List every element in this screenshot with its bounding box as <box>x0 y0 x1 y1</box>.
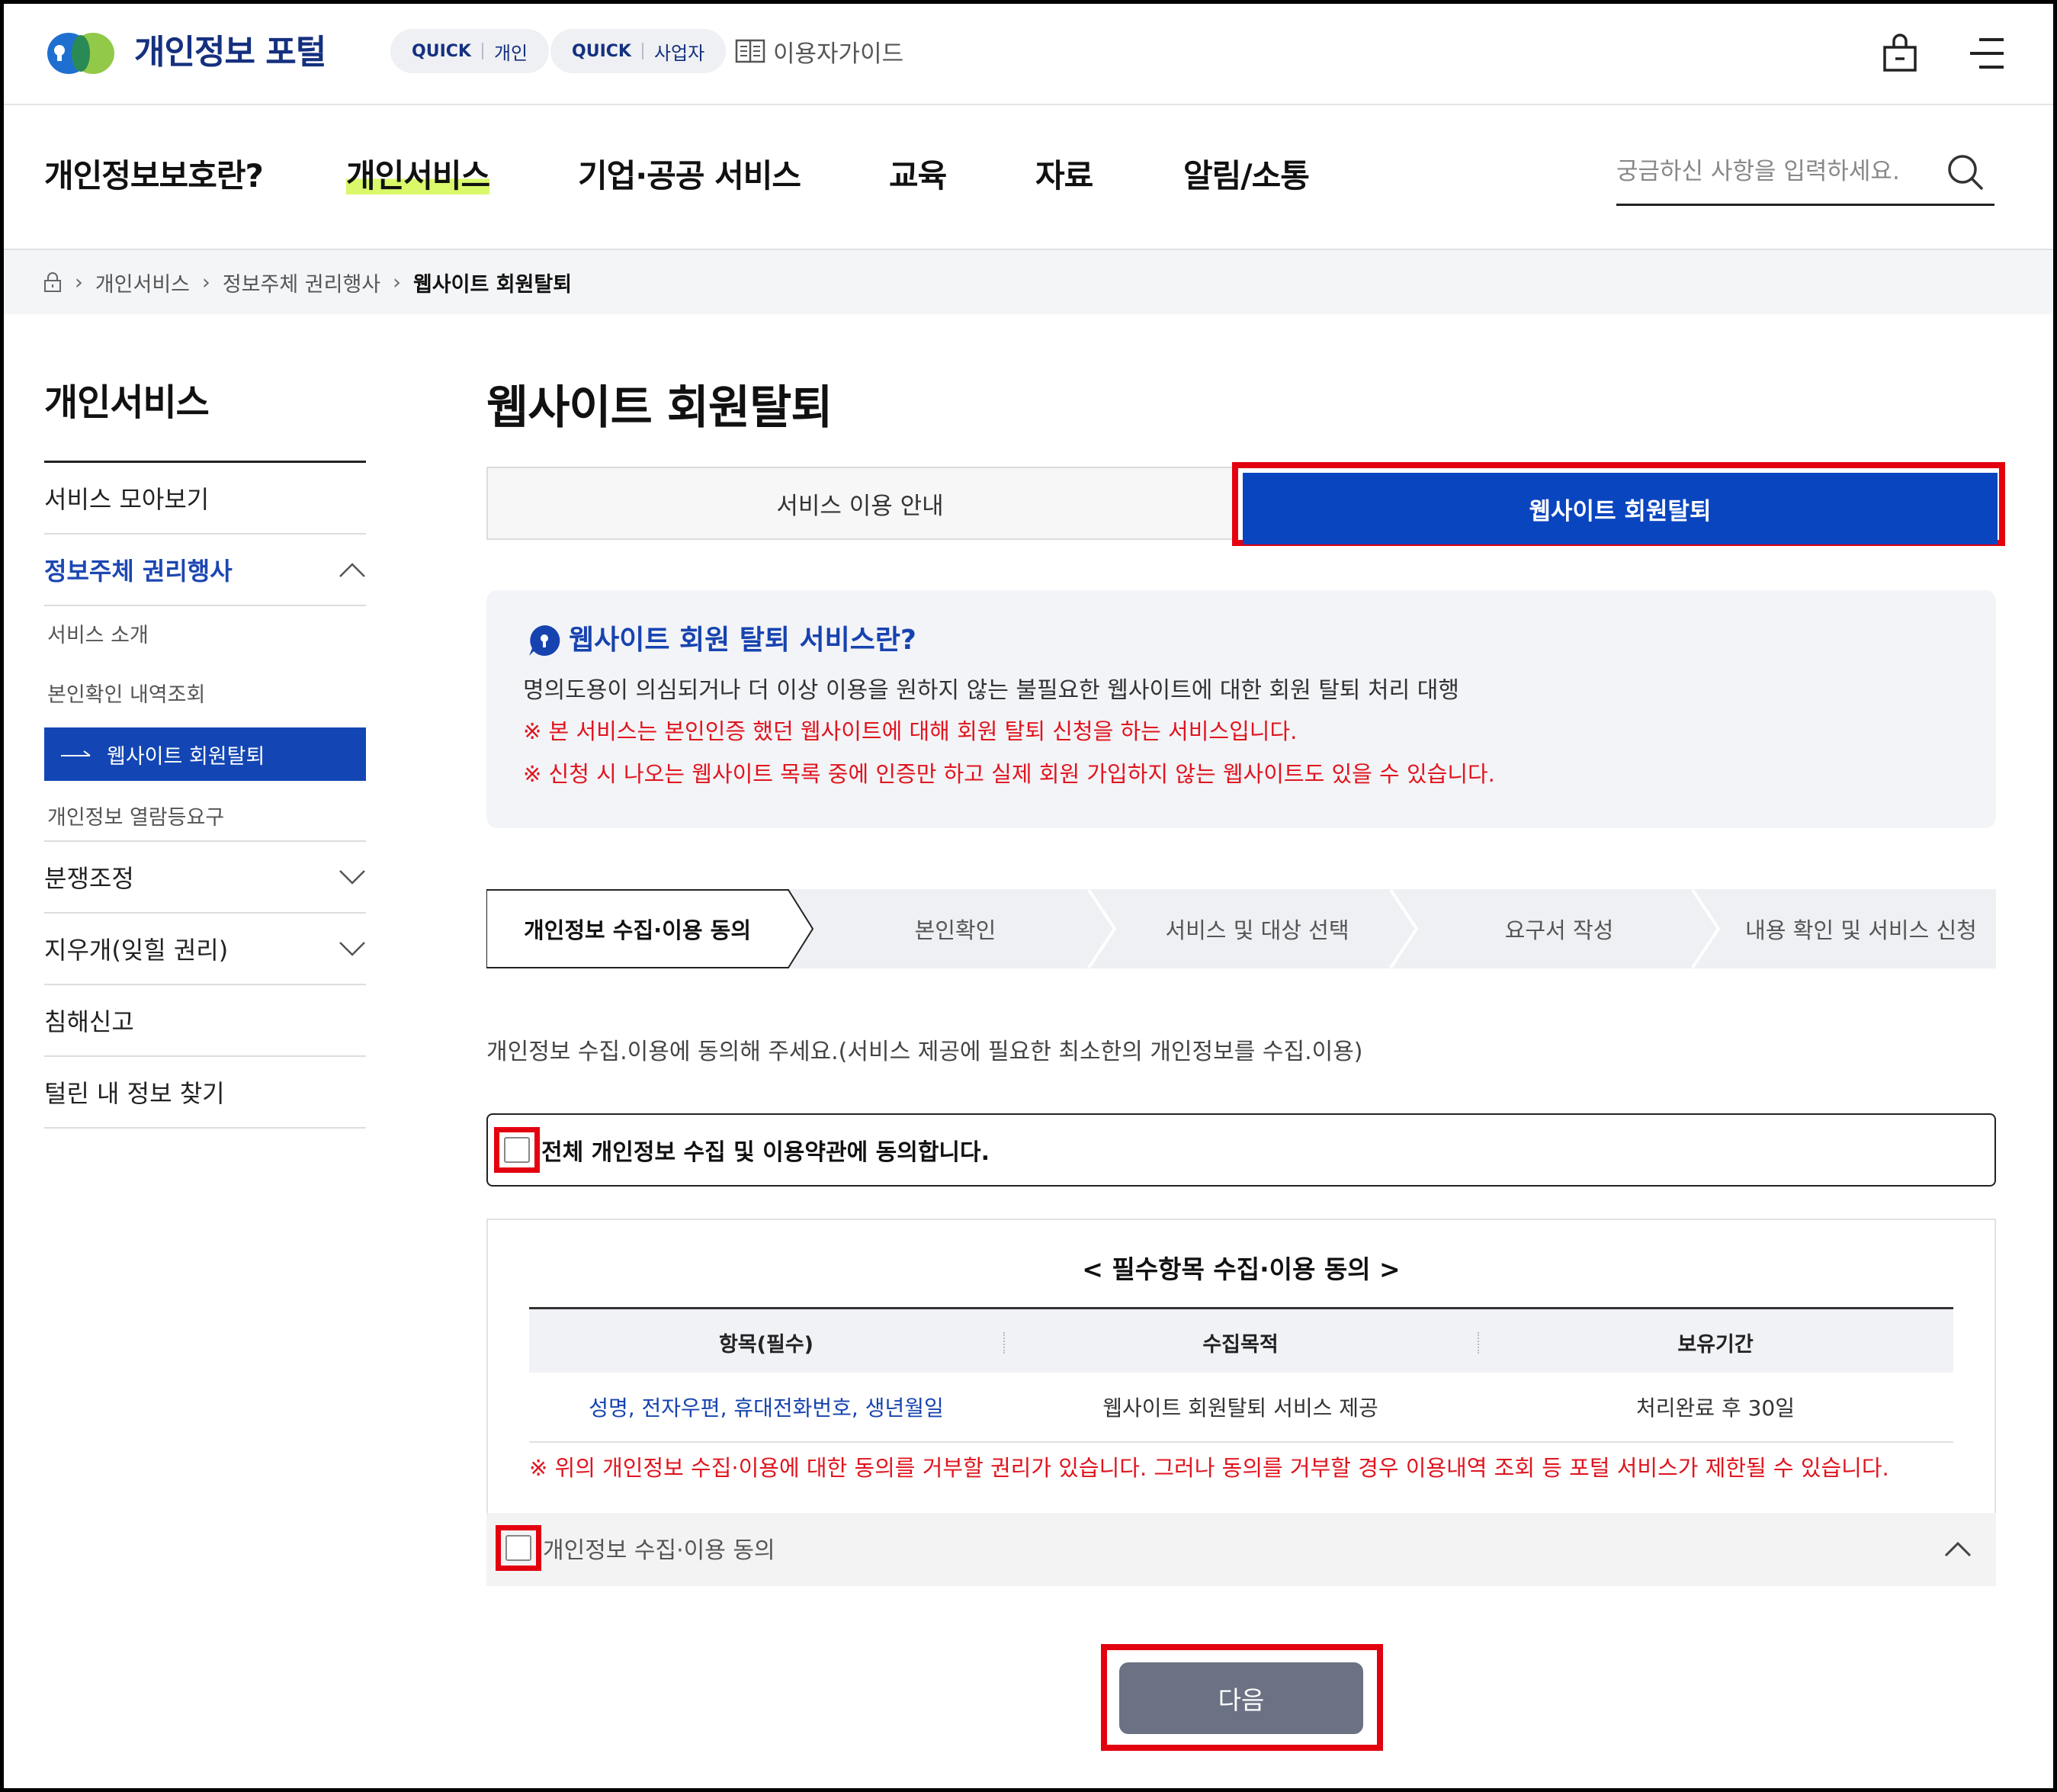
header-divider <box>4 104 2053 105</box>
chevron-up-icon[interactable] <box>1941 1533 1975 1566</box>
breadcrumb-item[interactable]: 개인서비스 <box>95 268 190 297</box>
info-title: 웹사이트 회원 탈퇴 서비스란? <box>569 625 916 656</box>
nav-enterprise-public[interactable]: 기업·공공 서비스 <box>578 149 801 203</box>
sidebar-item-eraser[interactable]: 지우개(잊힐 권리) <box>44 914 366 985</box>
sidebar-subitem-identity-history[interactable]: 본인확인 내역조회 <box>44 670 366 715</box>
sidebar-item-service-overview[interactable]: 서비스 모아보기 <box>44 463 366 535</box>
lock-speech-icon <box>529 625 560 656</box>
step-write-request: 요구서 작성 <box>1504 917 1614 943</box>
agree-all-checkbox[interactable] <box>504 1137 530 1163</box>
nav-privacy-about[interactable]: 개인정보보호란? <box>44 149 264 203</box>
user-guide-link[interactable]: 이용자가이드 <box>735 29 903 73</box>
quick-label: QUICK <box>572 41 631 61</box>
sidebar-item-label: 분쟁조정 <box>44 864 134 893</box>
search-input[interactable] <box>1616 145 1937 198</box>
table-cell-purpose: 웹사이트 회원탈퇴 서비스 제공 <box>1102 1395 1378 1421</box>
quick-business-button[interactable]: QUICK 사업자 <box>550 29 727 73</box>
page-title: 웹사이트 회원탈퇴 <box>486 381 833 435</box>
consent-checkbox-label[interactable]: 개인정보 수집·이용 동의 <box>543 1531 775 1565</box>
sidebar-item-leaked-info[interactable]: 털린 내 정보 찾기 <box>44 1057 366 1129</box>
chevron-right-icon: › <box>393 270 401 294</box>
sidebar-title: 개인서비스 <box>44 381 210 424</box>
breadcrumb-current: 웹사이트 회원탈퇴 <box>412 272 573 297</box>
step-confirm-apply: 내용 확인 및 서비스 신청 <box>1745 917 1977 943</box>
column-header: 항목(필수) <box>718 1332 814 1357</box>
chevron-down-icon <box>339 942 365 956</box>
quick-business-label: 사업자 <box>653 42 705 64</box>
sidebar-item-label: 침해신고 <box>44 1007 134 1036</box>
user-guide-label: 이용자가이드 <box>773 40 904 68</box>
chevron-right-icon: › <box>75 270 83 294</box>
chevron-up-icon <box>339 563 365 577</box>
nav-resources[interactable]: 자료 <box>1035 149 1093 203</box>
book-icon <box>735 39 765 63</box>
chevron-down-icon <box>339 870 365 885</box>
sidebar-item-dispute[interactable]: 분쟁조정 <box>44 842 366 914</box>
tab-website-withdrawal[interactable]: 웹사이트 회원탈퇴 <box>1243 473 1998 544</box>
menu-icon[interactable] <box>1964 32 2010 75</box>
home-icon[interactable] <box>43 271 63 293</box>
logo-icon[interactable] <box>43 29 119 76</box>
terms-note: ※ 위의 개인정보 수집·이용에 대한 동의를 거부할 권리가 있습니다. 그러… <box>529 1455 1889 1481</box>
step-select-target: 서비스 및 대상 선택 <box>1165 917 1349 943</box>
sidebar-subitem-intro[interactable]: 서비스 소개 <box>44 610 366 656</box>
table-cell-items: 성명, 전자우편, 휴대전화번호, 생년월일 <box>589 1395 944 1421</box>
step-consent: 개인정보 수집·이용 동의 <box>523 917 751 943</box>
divider <box>529 1441 1953 1443</box>
breadcrumb: › 개인서비스 › 정보주체 권리행사 › 웹사이트 회원탈퇴 <box>43 252 572 313</box>
column-header: 수집목적 <box>1202 1332 1279 1357</box>
highlight-box <box>494 1127 540 1173</box>
sidebar-item-label: 서비스 모아보기 <box>44 485 210 514</box>
agree-all-label[interactable]: 전체 개인정보 수집 및 이용약관에 동의합니다. <box>541 1133 990 1167</box>
sidebar-subitem-access-request[interactable]: 개인정보 열람등요구 <box>44 790 366 842</box>
info-description: 명의도용이 의심되거나 더 이상 이용을 원하지 않는 불필요한 웹사이트에 대… <box>523 677 1459 704</box>
divider <box>481 43 483 59</box>
sidebar-subitem-website-withdrawal[interactable]: 웹사이트 회원탈퇴 <box>44 727 366 781</box>
lock-bag-icon[interactable] <box>1877 32 1923 75</box>
quick-personal-label: 개인 <box>493 42 528 64</box>
quick-personal-button[interactable]: QUICK 개인 <box>390 29 550 73</box>
logo-text[interactable]: 개인정보 포털 <box>134 29 326 76</box>
sidebar-item-label: 털린 내 정보 찾기 <box>44 1079 225 1108</box>
next-button[interactable]: 다음 <box>1119 1662 1363 1734</box>
nav-education[interactable]: 교육 <box>889 149 947 203</box>
column-header: 보유기간 <box>1677 1332 1754 1357</box>
quick-label: QUICK <box>412 41 471 61</box>
arrow-right-icon <box>61 750 91 756</box>
sidebar-item-report[interactable]: 침해신고 <box>44 985 366 1057</box>
table-row: 성명, 전자우편, 휴대전화번호, 생년월일 웹사이트 회원탈퇴 서비스 제공 … <box>529 1374 1953 1440</box>
divider <box>641 43 643 59</box>
terms-table-header: 항목(필수) 수집목적 보유기간 <box>529 1307 1953 1373</box>
nav-personal-service[interactable]: 개인서비스 <box>346 149 490 203</box>
search-box <box>1616 145 1994 206</box>
sidebar-item-rights[interactable]: 정보주체 권리행사 <box>44 535 366 606</box>
chevron-right-icon: › <box>202 270 210 294</box>
sidebar-item-label: 정보주체 권리행사 <box>44 557 233 586</box>
info-note: ※ 본 서비스는 본인인증 했던 웹사이트에 대해 회원 탈퇴 신청을 하는 서… <box>523 718 1298 744</box>
highlight-box <box>496 1525 541 1571</box>
table-cell-retention: 처리완료 후 30일 <box>1636 1395 1795 1421</box>
breadcrumb-item[interactable]: 정보주체 권리행사 <box>223 268 380 297</box>
step-indicator: 개인정보 수집·이용 동의 본인확인 서비스 및 대상 선택 요구서 작성 내용… <box>486 889 1996 968</box>
consent-instruction: 개인정보 수집.이용에 동의해 주세요.(서비스 제공에 필요한 최소한의 개인… <box>486 1039 1363 1065</box>
terms-title: < 필수항목 수집·이용 동의 > <box>1082 1254 1401 1284</box>
sidebar-item-label: 지우개(잊힐 권리) <box>44 936 229 965</box>
step-identity: 본인확인 <box>914 917 996 943</box>
tab-service-guide[interactable]: 서비스 이용 안내 <box>486 467 1234 540</box>
nav-notice[interactable]: 알림/소통 <box>1183 149 1310 203</box>
search-icon[interactable] <box>1944 151 1987 194</box>
info-note: ※ 신청 시 나오는 웹사이트 목록 중에 인증만 하고 실제 회원 가입하지 … <box>523 761 1495 787</box>
consent-checkbox[interactable] <box>505 1535 531 1561</box>
